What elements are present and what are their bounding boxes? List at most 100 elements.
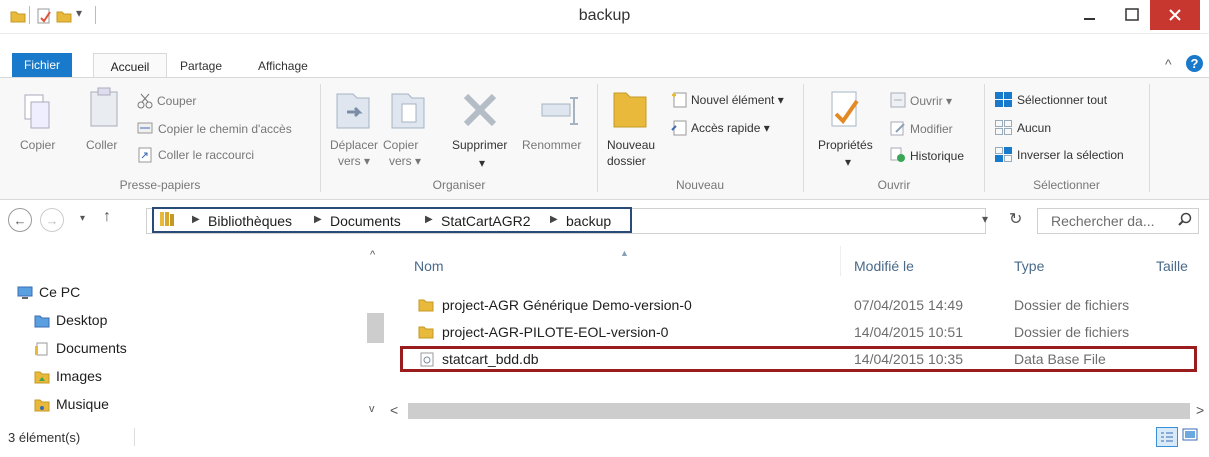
copier-chemin-button[interactable]: Copier le chemin d'accès <box>158 122 292 136</box>
status-divider <box>134 428 135 446</box>
nav-item-desktop[interactable]: Desktop <box>56 312 107 328</box>
nav-item-ce-pc[interactable]: Ce PC <box>39 284 80 300</box>
column-header-name[interactable]: Nom <box>414 258 444 274</box>
tab-partage[interactable]: Partage <box>180 59 222 73</box>
database-file-icon <box>420 352 434 372</box>
details-view-icon[interactable] <box>1156 427 1178 447</box>
help-icon[interactable]: ? <box>1186 55 1203 72</box>
modifier-button[interactable]: Modifier <box>910 122 953 136</box>
column-header-size[interactable]: Taille <box>1156 258 1188 274</box>
scroll-up-arrow[interactable]: ^ <box>370 249 375 261</box>
column-header-modified[interactable]: Modifié le <box>854 258 914 274</box>
breadcrumb-separator[interactable]: ▶ <box>425 214 433 225</box>
search-input[interactable]: Rechercher da... <box>1051 213 1155 229</box>
aucun-button[interactable]: Aucun <box>1017 121 1051 135</box>
group-divider <box>1149 84 1150 192</box>
nav-item-documents[interactable]: Documents <box>56 340 127 356</box>
refresh-icon[interactable]: ↻ <box>1009 209 1022 229</box>
hscrollbar-thumb[interactable] <box>408 403 1190 419</box>
column-divider[interactable] <box>840 246 841 276</box>
maximize-button[interactable] <box>1114 0 1150 30</box>
supprimer-button[interactable]: Supprimer <box>452 138 507 152</box>
nouveau-dossier-label2[interactable]: dossier <box>607 154 646 168</box>
large-icons-view-icon[interactable] <box>1182 428 1198 447</box>
tab-affichage[interactable]: Affichage <box>258 59 308 73</box>
breadcrumb-separator[interactable]: ▶ <box>314 214 322 225</box>
nouvel-element-button[interactable]: Nouvel élément ▾ <box>691 93 784 107</box>
breadcrumb-documents[interactable]: Documents <box>330 213 401 229</box>
images-folder-icon <box>34 370 50 389</box>
breadcrumb-backup[interactable]: backup <box>566 213 611 229</box>
deplacer-button[interactable]: Déplacer <box>330 138 378 152</box>
copier-button[interactable]: Copier <box>20 138 55 152</box>
deplacer-arrow[interactable]: vers ▾ <box>338 154 370 168</box>
folder-icon <box>418 325 434 344</box>
breadcrumb-separator[interactable]: ▶ <box>550 214 558 225</box>
file-modified: 07/04/2015 14:49 <box>854 297 963 313</box>
file-modified: 14/04/2015 10:35 <box>854 351 963 367</box>
group-label-presse-papiers: Presse-papiers <box>119 178 201 192</box>
tab-accueil[interactable]: Accueil <box>93 53 167 79</box>
paste-icon <box>88 86 120 135</box>
search-icon[interactable] <box>1178 212 1192 231</box>
history-icon <box>890 147 906 168</box>
breadcrumb-bibliotheques[interactable]: Bibliothèques <box>208 213 292 229</box>
proprietes-button[interactable]: Propriétés <box>818 138 873 152</box>
back-button[interactable]: ← <box>8 208 32 232</box>
supprimer-arrow[interactable]: ▾ <box>479 156 485 170</box>
proprietes-arrow[interactable]: ▾ <box>845 155 851 169</box>
ouvrir-button[interactable]: Ouvrir ▾ <box>910 94 952 108</box>
renommer-button[interactable]: Renommer <box>522 138 581 152</box>
nav-scrollbar-thumb[interactable] <box>367 313 384 343</box>
scissors-icon <box>137 93 153 114</box>
close-button[interactable] <box>1150 0 1200 30</box>
historique-button[interactable]: Historique <box>910 149 964 163</box>
up-button[interactable]: ↑ <box>103 208 111 226</box>
address-dropdown-icon[interactable]: ▾ <box>982 212 988 226</box>
group-label-selectionner: Sélectionner <box>1033 178 1100 192</box>
column-header-type[interactable]: Type <box>1014 258 1044 274</box>
file-type: Data Base File <box>1014 351 1106 367</box>
nav-item-musique[interactable]: Musique <box>56 396 109 412</box>
edit-icon <box>890 120 906 141</box>
copier-vers-arrow[interactable]: vers ▾ <box>389 154 421 168</box>
sort-indicator-icon: ▲ <box>620 248 629 258</box>
tab-fichier[interactable]: Fichier <box>12 53 72 77</box>
inverser-selection-button[interactable]: Inverser la sélection <box>1017 148 1124 162</box>
breadcrumb-separator[interactable]: ▶ <box>192 214 200 225</box>
music-folder-icon <box>34 398 50 417</box>
nouveau-dossier-button[interactable]: Nouveau <box>607 138 655 152</box>
group-label-nouveau: Nouveau <box>675 178 725 192</box>
documents-folder-icon <box>34 342 50 361</box>
group-label-ouvrir: Ouvrir <box>877 178 911 192</box>
copy-path-icon <box>137 120 153 141</box>
coller-raccourci-button[interactable]: Coller le raccourci <box>158 148 254 162</box>
move-to-icon <box>335 90 371 137</box>
forward-button[interactable]: → <box>40 208 64 232</box>
file-name[interactable]: statcart_bdd.db <box>442 351 539 367</box>
new-item-icon <box>671 92 687 113</box>
file-name[interactable]: project-AGR Générique Demo-version-0 <box>442 297 692 313</box>
selectionner-tout-button[interactable]: Sélectionner tout <box>1017 93 1107 107</box>
group-divider <box>803 84 804 192</box>
copier-vers-button[interactable]: Copier <box>383 138 418 152</box>
copy-to-icon <box>390 90 426 137</box>
acces-rapide-button[interactable]: Accès rapide ▾ <box>691 121 770 135</box>
scroll-down-arrow[interactable]: v <box>369 403 375 415</box>
breadcrumb-statcartagr2[interactable]: StatCartAGR2 <box>441 213 530 229</box>
recent-locations-dropdown[interactable]: ▾ <box>80 213 85 224</box>
file-type: Dossier de fichiers <box>1014 324 1130 340</box>
file-name[interactable]: project-AGR-PILOTE-EOL-version-0 <box>442 324 668 340</box>
group-divider <box>320 84 321 192</box>
minimize-button[interactable] <box>1070 0 1110 30</box>
coller-button[interactable]: Coller <box>86 138 117 152</box>
group-label-organiser: Organiser <box>432 178 486 192</box>
collapse-ribbon-icon[interactable]: ^ <box>1165 56 1172 72</box>
open-icon <box>890 92 906 113</box>
properties-icon <box>828 90 862 137</box>
scroll-left-arrow[interactable]: < <box>390 402 398 418</box>
scroll-right-arrow[interactable]: > <box>1196 402 1204 418</box>
nav-item-images[interactable]: Images <box>56 368 102 384</box>
couper-button[interactable]: Couper <box>157 94 196 108</box>
copy-icon <box>22 92 52 137</box>
